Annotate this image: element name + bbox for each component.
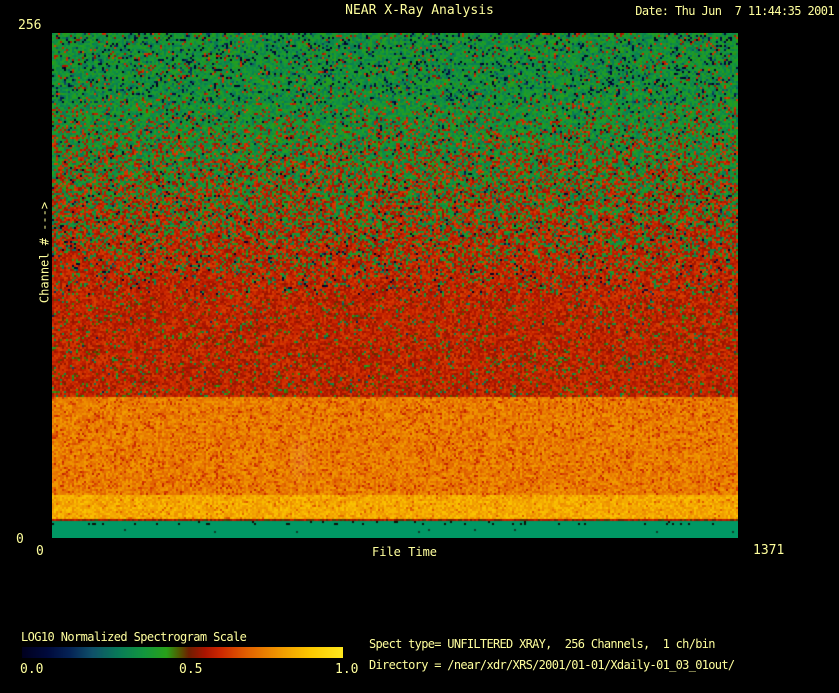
x-axis-max-label: 1371	[753, 543, 785, 558]
y-axis-min-label: 0	[16, 532, 24, 547]
date-label: Date: Thu Jun 7 11:44:35 2001	[635, 4, 834, 18]
y-axis-max-label: 256	[18, 18, 42, 33]
directory-line: Directory = /near/xdr/XRS/2001/01-01/Xda…	[369, 658, 735, 672]
colorbar-tick-min: 0.0	[20, 662, 44, 677]
y-axis-title: Channel # --->	[37, 201, 52, 304]
spect-type-line: Spect type= UNFILTERED XRAY, 256 Channel…	[369, 637, 716, 651]
colorbar-tick-mid: 0.5	[179, 662, 203, 677]
x-axis-min-label: 0	[36, 544, 44, 559]
colorbar-tick-max: 1.0	[335, 662, 359, 677]
app-window: NEAR X-Ray Analysis Date: Thu Jun 7 11:4…	[0, 0, 839, 693]
colorbar-gradient	[22, 647, 343, 658]
x-axis-title: File Time	[372, 545, 438, 559]
colorbar-title: LOG10 Normalized Spectrogram Scale	[21, 630, 247, 644]
spectrogram-canvas	[52, 33, 738, 538]
